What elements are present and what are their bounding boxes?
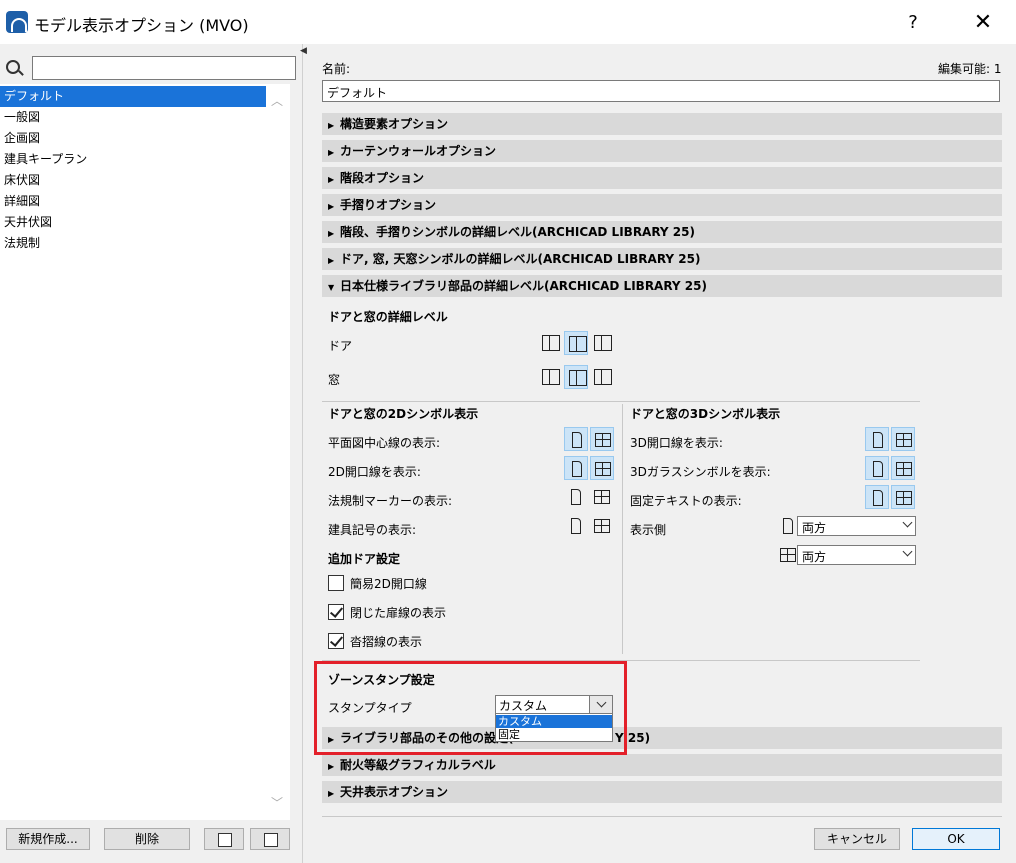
collapse-arrow-icon: ▼	[328, 283, 335, 292]
section-railing-options[interactable]: ▶ 手摺りオプション	[322, 194, 1002, 216]
window-detail-full-icon[interactable]	[538, 365, 562, 389]
sym2d-row-label: 平面図中心線の表示:	[328, 436, 441, 450]
display-side-label: 表示側	[630, 523, 667, 537]
section-japan-library-detail[interactable]: ▼ 日本仕様ライブラリ部品の詳細レベル(ARCHICAD LIBRARY 25)	[322, 275, 1002, 297]
mvo-list: デフォルト 一般図 企画図 建具キープラン 床伏図 詳細図 天井伏図 法規制	[0, 84, 290, 820]
new-button[interactable]: 新規作成...	[6, 828, 90, 850]
door-symbol-icon[interactable]	[865, 485, 889, 509]
chevron-down-icon	[902, 517, 913, 528]
section-ceiling-display[interactable]: ▶ 天井表示オプション	[322, 781, 1002, 803]
list-item-default[interactable]: デフォルト	[0, 86, 266, 107]
sym2d-row-label: 建具記号の表示:	[328, 523, 417, 537]
simple-2d-opening-checkbox[interactable]	[328, 575, 344, 591]
window-symbol-icon[interactable]	[590, 485, 614, 509]
expand-arrow-icon: ▶	[328, 175, 335, 184]
list-item-general[interactable]: 一般図	[0, 107, 266, 128]
sym3d-row-label: 3D開口線を表示:	[630, 436, 723, 450]
divider	[322, 401, 920, 402]
name-input[interactable]: デフォルト	[322, 80, 1000, 102]
list-item-detail[interactable]: 詳細図	[0, 191, 266, 212]
delete-button[interactable]: 削除	[104, 828, 190, 850]
window-label: 窓	[328, 373, 341, 387]
window-detail-simple-icon[interactable]	[590, 365, 614, 389]
door-label: ドア	[328, 339, 353, 353]
door-symbol-icon[interactable]	[564, 485, 588, 509]
window-symbol-icon[interactable]	[590, 427, 614, 451]
editable-count-label: 編集可能: 1	[938, 62, 1002, 76]
checkbox-label: 沓摺線の表示	[350, 635, 423, 649]
name-label: 名前:	[322, 62, 351, 76]
checkbox-label: 簡易2D開口線	[350, 577, 427, 591]
door-detail-simple-icon[interactable]	[590, 331, 614, 355]
section-stair-railing-symbol-detail[interactable]: ▶ 階段、手摺りシンボルの詳細レベル(ARCHICAD LIBRARY 25)	[322, 221, 1002, 243]
list-item-ceiling[interactable]: 天井伏図	[0, 212, 266, 233]
divider	[622, 404, 623, 654]
door-detail-full-icon[interactable]	[538, 331, 562, 355]
splitter-collapse-icon[interactable]: ◀	[300, 46, 307, 56]
expand-arrow-icon: ▶	[328, 202, 335, 211]
window-symbol-icon[interactable]	[891, 427, 915, 451]
divider	[322, 816, 1002, 817]
sym3d-row-label: 3Dガラスシンボルを表示:	[630, 465, 771, 479]
list-item-regulation[interactable]: 法規制	[0, 233, 266, 254]
checkmark-icon	[329, 604, 344, 618]
closed-door-line-checkbox[interactable]	[328, 604, 344, 620]
window-symbol-icon[interactable]	[891, 485, 915, 509]
expand-arrow-icon: ▶	[328, 229, 335, 238]
checkbox-label: 閉じた扉線の表示	[350, 606, 447, 620]
door-detail-mid-icon[interactable]	[564, 331, 588, 355]
section-door-window-symbol-detail[interactable]: ▶ ドア, 窓, 天窓シンボルの詳細レベル(ARCHICAD LIBRARY 25…	[322, 248, 1002, 270]
expand-arrow-icon: ▶	[328, 148, 335, 157]
scroll-down-arrow-icon[interactable]: ﹀	[271, 794, 283, 811]
close-button[interactable]: ✕	[966, 10, 1000, 36]
display-side-door-select[interactable]: 両方	[797, 516, 916, 536]
export-button[interactable]	[250, 828, 290, 850]
extra-door-title: 追加ドア設定	[328, 552, 401, 566]
chevron-down-icon	[902, 546, 913, 557]
expand-arrow-icon: ▶	[328, 789, 335, 798]
sym2d-title: ドアと窓の2Dシンボル表示	[328, 407, 479, 421]
section-curtainwall-options[interactable]: ▶ カーテンウォールオプション	[322, 140, 1002, 162]
window-symbol-icon[interactable]	[590, 514, 614, 538]
door-symbol-icon[interactable]	[865, 427, 889, 451]
display-side-window-select[interactable]: 両方	[797, 545, 916, 565]
export-icon	[264, 833, 278, 847]
cancel-button[interactable]: キャンセル	[814, 828, 900, 850]
door-window-detail-title: ドアと窓の詳細レベル	[328, 310, 448, 324]
expand-arrow-icon: ▶	[328, 121, 335, 130]
window-symbol-icon[interactable]	[590, 456, 614, 480]
window-symbol-icon[interactable]	[891, 456, 915, 480]
ok-button[interactable]: OK	[912, 828, 1000, 850]
expand-arrow-icon: ▶	[328, 256, 335, 265]
door-symbol-icon[interactable]	[865, 456, 889, 480]
scroll-up-arrow-icon[interactable]: ︿	[271, 92, 283, 109]
sym3d-row-label: 固定テキストの表示:	[630, 494, 742, 508]
window-detail-mid-icon[interactable]	[564, 365, 588, 389]
list-item-floor-framing[interactable]: 床伏図	[0, 170, 266, 191]
import-button[interactable]	[204, 828, 244, 850]
import-icon	[218, 833, 232, 847]
sym2d-row-label: 法規制マーカーの表示:	[328, 494, 453, 508]
list-item-planning[interactable]: 企画図	[0, 128, 266, 149]
door-symbol-icon[interactable]	[564, 514, 588, 538]
section-fire-rating-label[interactable]: ▶ 耐火等級グラフィカルラベル	[322, 754, 1002, 776]
door-symbol-icon[interactable]	[564, 456, 588, 480]
search-input[interactable]	[32, 56, 296, 80]
help-button[interactable]: ?	[898, 10, 928, 36]
list-item-fittings-keyplan[interactable]: 建具キープラン	[0, 149, 266, 170]
search-icon	[6, 60, 20, 74]
highlight-annotation-box	[314, 661, 627, 755]
section-stair-options[interactable]: ▶ 階段オプション	[322, 167, 1002, 189]
section-structural-options[interactable]: ▶ 構造要素オプション	[322, 113, 1002, 135]
expand-arrow-icon: ▶	[328, 762, 335, 771]
sym3d-title: ドアと窓の3Dシンボル表示	[630, 407, 781, 421]
checkmark-icon	[329, 633, 344, 647]
threshold-line-checkbox[interactable]	[328, 633, 344, 649]
sym2d-row-label: 2D開口線を表示:	[328, 465, 421, 479]
archicad-app-icon	[6, 11, 28, 33]
window-title: モデル表示オプション (MVO)	[34, 16, 249, 35]
door-symbol-icon[interactable]	[564, 427, 588, 451]
